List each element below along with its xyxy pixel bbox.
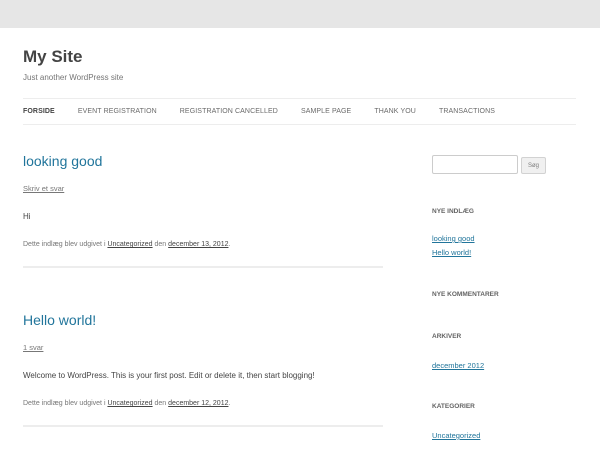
post-content: Hi [23,212,31,221]
post-category-link[interactable]: Uncategorized [107,241,152,248]
post-meta-suffix: . [228,241,231,248]
nav-item-forside[interactable]: FORSIDE [23,108,55,115]
archive-link[interactable]: december 2012 [432,361,484,370]
widget-title-archives: ARKIVER [432,333,462,340]
post-date-link[interactable]: december 13, 2012 [168,241,228,248]
nav-item-sample-page[interactable]: SAMPLE PAGE [301,108,351,115]
search-button[interactable]: Søg [521,157,546,174]
post-title[interactable]: Hello world! [23,312,383,328]
post-meta-suffix: . [228,400,231,407]
post-meta: Dette indlæg blev udgivet i Uncategorize… [23,241,230,248]
nav-item-event-registration[interactable]: EVENT REGISTRATION [78,108,157,115]
post-divider [23,266,383,268]
post: Hello world! 1 svar Welcome to WordPress… [23,312,383,432]
post: looking good Skriv et svar Hi Dette indl… [23,153,383,273]
nav-item-registration-cancelled[interactable]: REGISTRATION CANCELLED [180,108,278,115]
post-meta-prefix: Dette indlæg blev udgivet i [23,241,108,248]
post-meta-mid: den [152,400,169,407]
post-comments-link[interactable]: 1 svar [23,343,43,352]
widget-title-recent-comments: NYE KOMMENTARER [432,291,499,298]
nav-item-thank-you[interactable]: THANK YOU [374,108,416,115]
post-category-link[interactable]: Uncategorized [107,400,152,407]
search-input[interactable] [432,155,518,174]
nav-item-transactions[interactable]: TRANSACTIONS [439,108,495,115]
post-meta-prefix: Dette indlæg blev udgivet i [23,400,108,407]
post-meta: Dette indlæg blev udgivet i Uncategorize… [23,400,230,407]
page: My Site Just another WordPress site FORS… [0,28,600,450]
post-date-link[interactable]: december 12, 2012 [168,400,228,407]
recent-post-link[interactable]: looking good [432,234,475,243]
main-navigation: FORSIDE EVENT REGISTRATION REGISTRATION … [23,98,576,125]
recent-post-link[interactable]: Hello world! [432,248,471,257]
widget-title-categories: KATEGORIER [432,403,475,410]
post-divider [23,425,383,427]
site-description: Just another WordPress site [23,73,124,82]
post-comments-link[interactable]: Skriv et svar [23,184,64,193]
category-link[interactable]: Uncategorized [432,431,480,440]
post-title[interactable]: looking good [23,153,383,169]
post-meta-mid: den [152,241,169,248]
site-title[interactable]: My Site [23,47,83,67]
widget-title-recent-posts: NYE INDLÆG [432,208,474,215]
post-content: Welcome to WordPress. This is your first… [23,371,315,380]
